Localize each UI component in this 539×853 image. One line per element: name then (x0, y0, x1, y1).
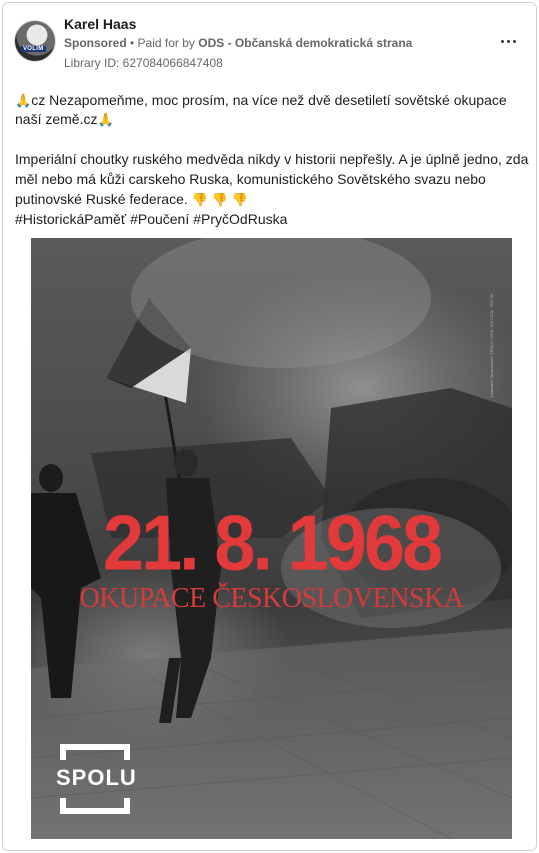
folded-hands-emoji: 🙏 (15, 93, 32, 108)
author-avatar[interactable]: VOLIM (14, 20, 56, 62)
body-line-2: naší země.cz (15, 111, 98, 127)
legal-side-text: Zadavatel: Zpracovatel: SPOLU / ODS, KDU… (489, 293, 494, 398)
more-dot (512, 39, 516, 43)
logo-bracket-top (60, 744, 130, 760)
hashtag-row: #HistorickáPaměť #Poučení #PryčOdRuska (15, 210, 530, 229)
body-paragraph-line: měl nebo má kůži carskeho Ruska, komunis… (15, 171, 486, 187)
hashtag-link[interactable]: #Poučení (130, 211, 189, 227)
post-text-line: putinovské Ruské federace. 👎 👎 👎 (15, 190, 530, 209)
ad-post-card: VOLIM Karel Haas Sponsored • Paid for by… (2, 2, 537, 851)
paid-for-prefix: • Paid for by (126, 36, 199, 50)
logo-bracket-bottom (60, 798, 130, 814)
logo-wordmark: SPOLU (56, 765, 137, 790)
body-line-1: cz Nezapomeňme, moc prosím, na více než … (31, 92, 507, 108)
spolu-logo: SPOLU (56, 744, 136, 814)
sponsored-label: Sponsored (64, 36, 127, 50)
image-subtitle: OKUPACE ČESKOSLOVENSKA (79, 583, 464, 614)
body-paragraph-line: Imperiální choutky ruského medvěda nikdy… (15, 151, 529, 167)
library-id: Library ID: 627084066847408 (64, 56, 223, 70)
hashtag-link[interactable]: #PryčOdRuska (193, 211, 287, 227)
image-headline-date: 21. 8. 1968 (102, 498, 443, 587)
more-dot (506, 39, 510, 43)
ad-image[interactable]: Zadavatel: Zpracovatel: SPOLU / ODS, KDU… (31, 238, 512, 839)
paid-by-link[interactable]: ODS - Občanská demokratická strana (198, 36, 412, 50)
thumbs-down-emoji: 👎 (231, 192, 248, 207)
folded-hands-emoji: 🙏 (97, 112, 114, 127)
post-text-line: naší země.cz🙏 (15, 110, 530, 129)
more-options-button[interactable] (497, 31, 519, 51)
thumbs-down-emoji: 👎 (191, 192, 208, 207)
sponsored-meta: Sponsored • Paid for by ODS - Občanská d… (64, 36, 412, 50)
more-horizontal-icon (500, 39, 504, 43)
body-paragraph-line: putinovské Ruské federace. (15, 191, 188, 207)
thumbs-down-emoji: 👎 (211, 192, 228, 207)
post-text-line: 🙏cz Nezapomeňme, moc prosím, na více než… (15, 91, 530, 110)
avatar-tag: VOLIM (21, 46, 46, 52)
author-name[interactable]: Karel Haas (64, 16, 136, 32)
hashtag-link[interactable]: #HistorickáPaměť (15, 211, 126, 227)
